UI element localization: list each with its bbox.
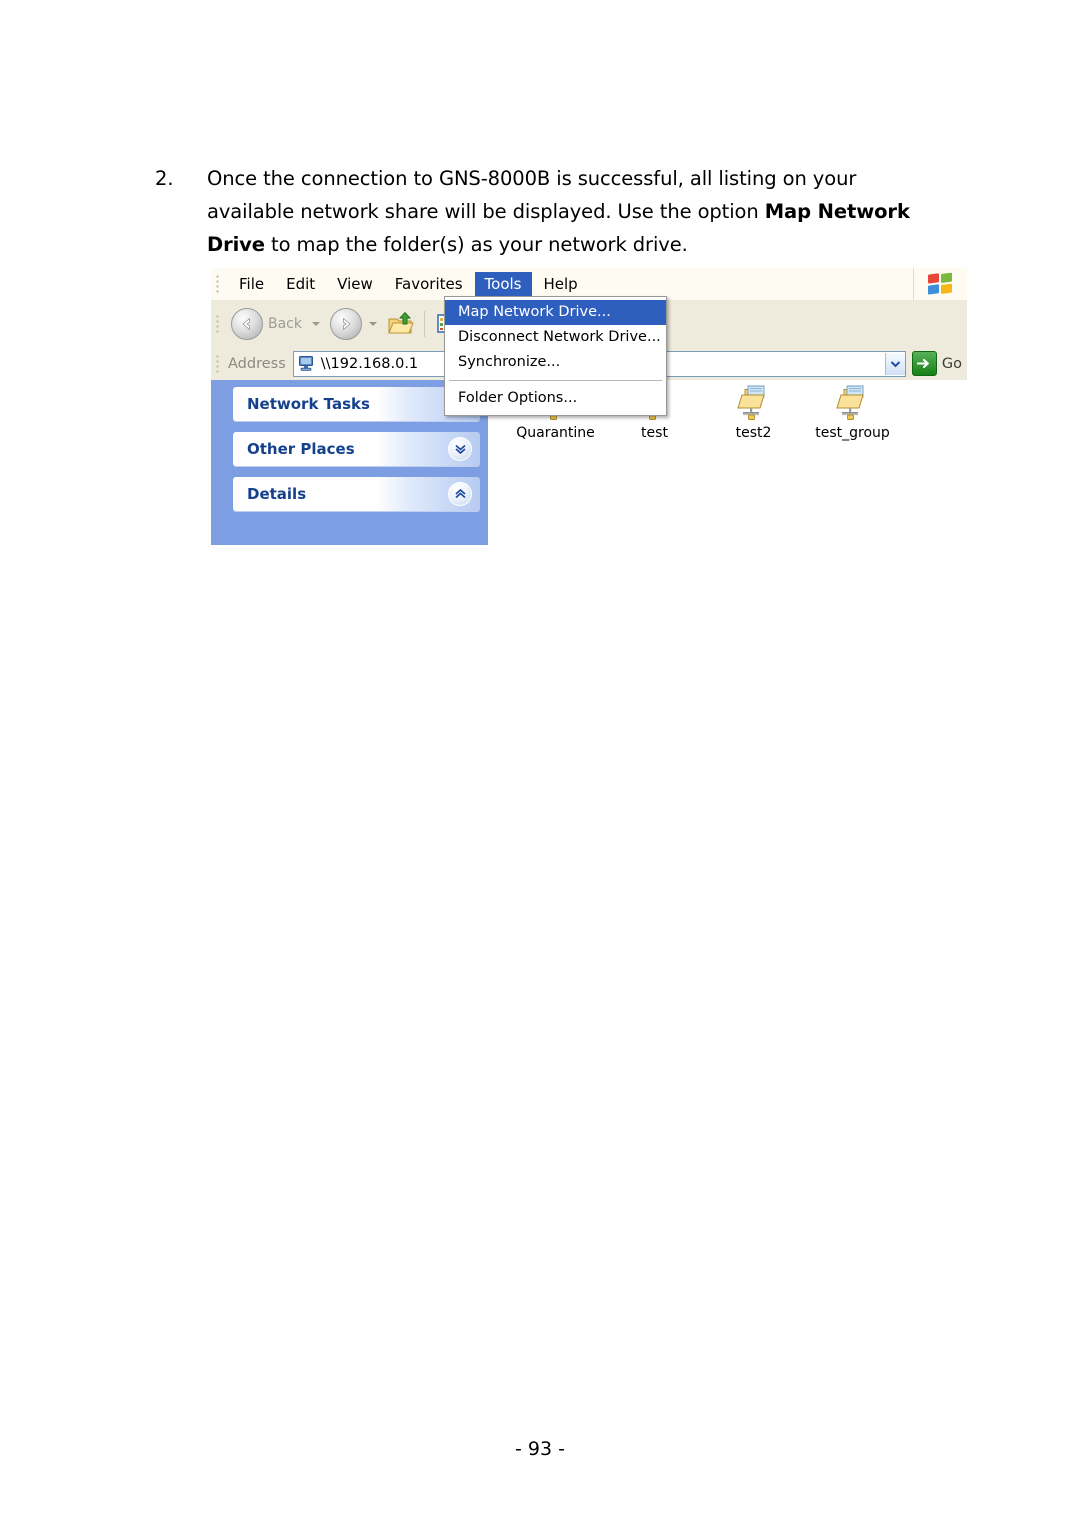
toolbar-separator [424,310,425,337]
forward-history-dropdown-icon[interactable] [369,321,377,326]
share-label-test: test [641,425,668,441]
up-one-level-folder-icon [387,311,415,337]
step-text-part2: to map the folder(s) as your network dri… [264,233,688,256]
instruction-step: 2. Once the connection to GNS-8000B is s… [155,162,945,261]
go-button[interactable]: Go [911,351,962,376]
network-share-folder-icon-4 [833,382,873,422]
sidebar-panel-network-tasks[interactable]: Network Tasks [233,387,480,421]
windows-flag-icon [927,271,954,296]
page-number: - 93 - [515,1438,565,1460]
forward-button[interactable] [327,305,365,343]
menu-option-folder-options[interactable]: Folder Options... [445,386,666,411]
address-label: Address [228,355,286,372]
share-item-test2[interactable]: test2 [704,382,803,441]
sidebar-panel-title-other-places: Other Places [247,440,355,458]
windows-logo-container [913,268,967,300]
sidebar-panel-other-places[interactable]: Other Places [233,432,480,466]
toolbar-grip-handle[interactable] [214,273,224,295]
step-text-part1: Once the connection to GNS-8000B is succ… [207,167,857,223]
menu-item-view[interactable]: View [327,272,383,297]
share-label-quarantine: Quarantine [516,425,595,441]
green-arrow-go-icon [911,351,937,376]
menu-item-help[interactable]: Help [534,272,588,297]
up-one-level-button[interactable] [384,305,418,343]
chevron-down-icon[interactable] [884,352,905,375]
step-body: Once the connection to GNS-8000B is succ… [207,162,945,261]
menu-item-favorites[interactable]: Favorites [385,272,473,297]
address-grip-handle[interactable] [214,352,224,375]
sidebar-panel-title-details: Details [247,485,307,503]
menu-option-map-network-drive[interactable]: Map Network Drive... [445,300,666,325]
sidebar-panel-details[interactable]: Details [233,477,480,511]
chevron-double-up-icon[interactable] [448,482,472,506]
back-button-label: Back [268,315,302,332]
share-label-test-group: test_group [815,425,890,441]
network-share-folder-icon-3 [734,382,774,422]
explorer-window-screenshot: File Edit View Favorites Tools Help Back [211,268,967,545]
menu-item-edit[interactable]: Edit [276,272,325,297]
arrow-right-icon [330,307,362,340]
back-button[interactable]: Back [228,305,308,343]
sidebar-panel-title-network-tasks: Network Tasks [247,395,370,413]
menu-option-synchronize[interactable]: Synchronize... [445,350,666,375]
go-button-label: Go [941,355,962,372]
share-item-test-group[interactable]: test_group [803,382,902,441]
toolbar-grip-handle-2[interactable] [214,312,224,335]
menu-item-file[interactable]: File [229,272,274,297]
menu-item-tools[interactable]: Tools [474,271,532,297]
network-computer-icon [297,355,315,372]
arrow-left-icon [231,307,263,340]
share-label-test2: test2 [735,425,772,441]
tools-dropdown-menu: Map Network Drive... Disconnect Network … [444,296,667,416]
step-number: 2. [155,167,174,190]
menu-option-disconnect-network-drive[interactable]: Disconnect Network Drive... [445,325,666,350]
menu-separator [449,380,662,381]
back-history-dropdown-icon[interactable] [312,321,320,326]
chevron-double-down-icon-2[interactable] [448,437,472,461]
